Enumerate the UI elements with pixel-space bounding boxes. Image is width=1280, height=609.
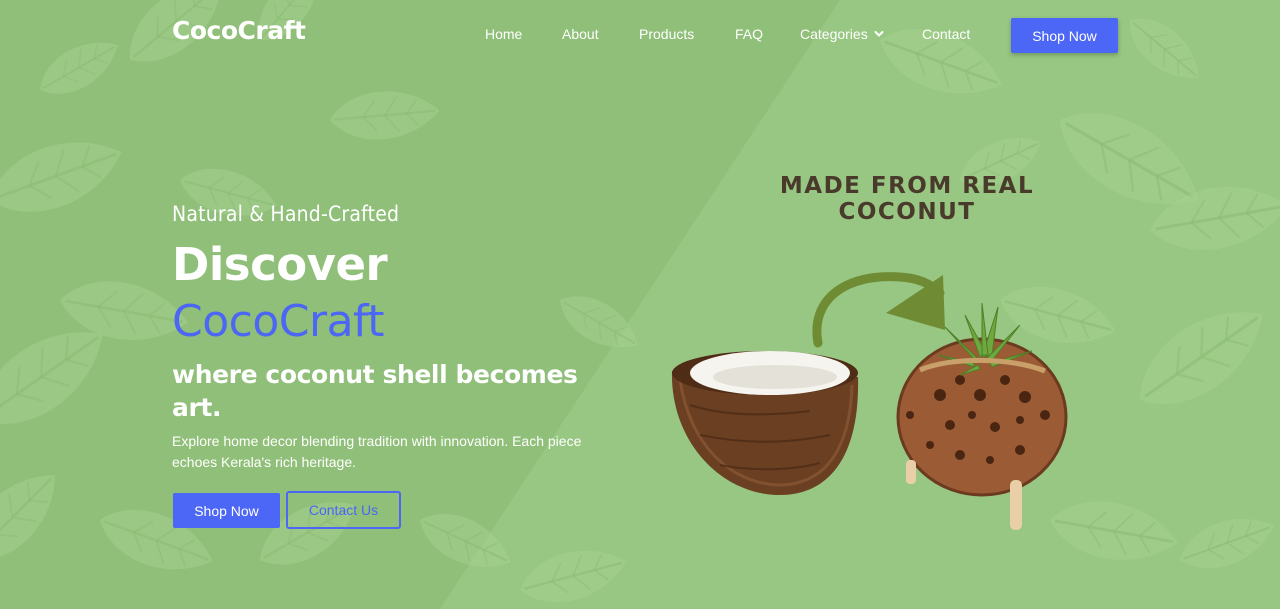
chevron-down-icon	[874, 31, 884, 37]
hero-brand-highlight: CocoCraft	[172, 296, 385, 347]
hero-tagline: Natural & Hand-Crafted	[172, 202, 400, 226]
coconut-planter-icon	[896, 302, 1068, 530]
nav-faq-label: FAQ	[735, 26, 764, 42]
nav-about[interactable]: About	[562, 26, 599, 42]
nav-faq[interactable]: FAQ	[735, 26, 763, 42]
nav-about-label: About	[562, 26, 599, 42]
coconut-half-icon	[671, 351, 859, 495]
nav-contact[interactable]: Contact	[922, 26, 970, 42]
nav-categories[interactable]: Categories	[800, 26, 884, 42]
nav-home[interactable]: Home	[485, 26, 522, 42]
coconut-illustration	[671, 272, 1068, 530]
hero-product-image: MADE FROM REAL COCONUT	[660, 165, 1080, 545]
hero-title: Discover	[172, 238, 388, 291]
contact-us-button[interactable]: Contact Us	[286, 491, 401, 529]
nav-contact-label: Contact	[922, 26, 971, 42]
hero-description: Explore home decor blending tradition wi…	[172, 433, 582, 470]
hero-subtitle: where coconut shell becomes art.	[172, 360, 578, 422]
nav-shop-now-button[interactable]: Shop Now	[1011, 18, 1118, 53]
nav-categories-label: Categories	[800, 26, 868, 42]
arrow-icon	[812, 272, 945, 348]
shop-now-button[interactable]: Shop Now	[173, 493, 280, 528]
nav-products[interactable]: Products	[639, 26, 694, 42]
nav-products-label: Products	[639, 26, 695, 42]
navbar: CocoCraft Home About Products FAQ Catego…	[0, 0, 1280, 70]
nav-home-label: Home	[485, 26, 523, 42]
